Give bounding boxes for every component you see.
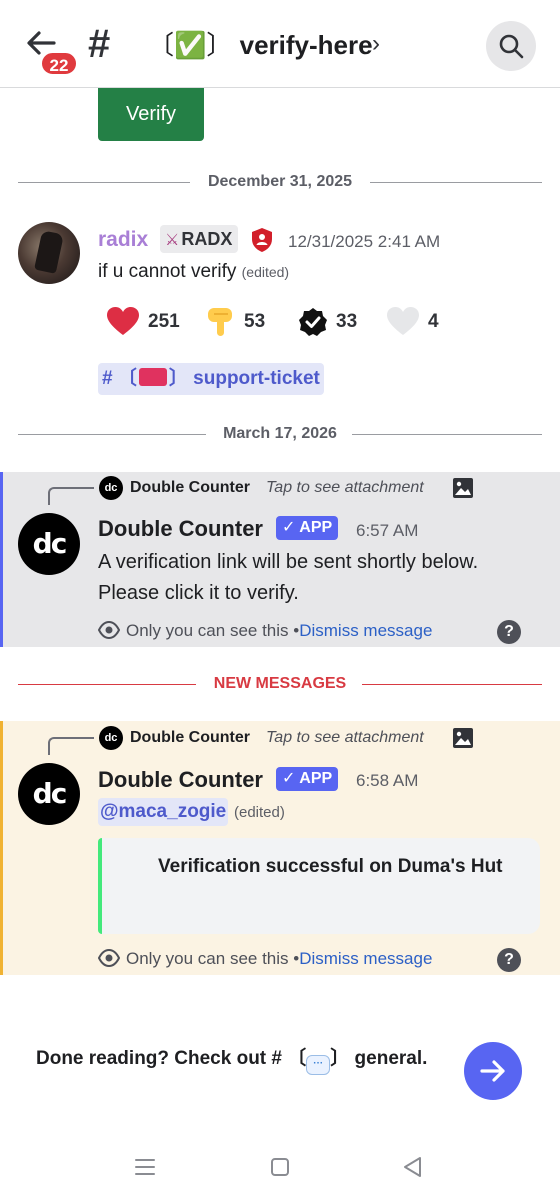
search-icon [499, 34, 524, 59]
message-timestamp: 12/31/2025 2:41 AM [288, 232, 441, 251]
avatar[interactable]: dc [18, 763, 80, 825]
chevron-right-icon[interactable]: › [372, 30, 380, 58]
arrow-right-icon [480, 1060, 505, 1082]
date-divider: March 17, 2026 [18, 424, 542, 444]
avatar[interactable]: dc [18, 513, 80, 575]
reply-avatar: dc [99, 476, 123, 500]
message-author[interactable]: Double Counter [98, 766, 263, 794]
embed-title: Verification successful on Duma's Hut [158, 856, 503, 877]
app-tag: ✓ APP [276, 767, 339, 791]
back-nav-icon[interactable] [400, 1154, 426, 1180]
edited-label: (edited) [234, 804, 285, 821]
point-down-icon [208, 307, 232, 336]
reaction-heart[interactable]: 251 [106, 304, 180, 340]
message-content: if u cannot verify (edited) [98, 259, 289, 285]
embed: Verification successful on Duma's Hut [98, 838, 540, 934]
avatar[interactable] [18, 222, 80, 284]
shield-icon [252, 228, 272, 252]
message-line: Please click it to verify. [98, 582, 299, 604]
ticket-icon [138, 368, 167, 386]
swords-icon: ⚔ [165, 232, 180, 249]
ephemeral-footer: Only you can see this •Dismiss message [98, 620, 432, 642]
dismiss-message-link[interactable]: Dismiss message [299, 949, 432, 968]
image-icon [453, 478, 473, 498]
search-button[interactable] [486, 21, 536, 71]
app-tag: ✓ APP [276, 516, 339, 540]
message-text: if u cannot verify [98, 261, 237, 282]
date-divider-label: December 31, 2025 [195, 173, 365, 190]
bracket-open: 〔 [117, 368, 137, 389]
reaction-verified-check[interactable]: 33 [298, 304, 357, 340]
username[interactable]: radix [98, 227, 148, 253]
unread-badge: 22 [40, 51, 78, 76]
reply-connector [48, 737, 94, 755]
help-icon[interactable]: ? [497, 620, 521, 644]
reply-avatar: dc [99, 726, 123, 750]
message-line: A verification link will be sent shortly… [98, 551, 479, 573]
user-mention[interactable]: @maca_zogie [98, 798, 229, 826]
ephemeral-footer: Only you can see this •Dismiss message [98, 948, 432, 970]
heart-icon [107, 306, 139, 335]
home-icon[interactable] [267, 1154, 293, 1180]
reaction-count: 33 [336, 311, 358, 332]
reply-preview[interactable]: Tap to see attachment [266, 727, 424, 749]
done-reading-suffix: 〕 general. [330, 1048, 428, 1069]
reaction-count: 251 [148, 311, 180, 332]
new-messages-label: NEW MESSAGES [213, 675, 347, 692]
only-you-label: Only you can see this [126, 949, 289, 968]
reaction-white-heart[interactable]: 4 [386, 304, 439, 340]
edited-label: (edited) [241, 264, 290, 280]
channel-title[interactable]: 〔✅〕 verify-here [148, 28, 373, 63]
white-heart-icon [387, 306, 419, 335]
message-author[interactable]: Double Counter [98, 515, 263, 543]
reply-author[interactable]: Double Counter [130, 727, 250, 749]
guild-tag-label: RADX [181, 229, 233, 249]
verify-button[interactable]: Verify [98, 88, 204, 141]
reply-connector [48, 487, 94, 505]
done-reading-prefix: Done reading? Check out # 〔 [36, 1048, 307, 1069]
done-reading-prompt[interactable]: Done reading? Check out # 〔 ··· 〕 general. [36, 1044, 436, 1075]
reaction-count: 53 [244, 311, 266, 332]
go-to-channel-button[interactable] [464, 1042, 522, 1100]
recent-apps-icon[interactable] [132, 1154, 158, 1180]
reply-author[interactable]: Double Counter [130, 477, 250, 499]
dismiss-message-link[interactable]: Dismiss message [299, 621, 432, 640]
channel-name: verify-here [239, 30, 373, 60]
channel-prefix: 〔✅〕 [148, 31, 233, 61]
image-icon [453, 728, 473, 748]
message-timestamp: 6:57 AM [356, 521, 419, 540]
only-you-label: Only you can see this [126, 621, 289, 640]
new-messages-divider: NEW MESSAGES [18, 674, 542, 694]
eye-icon [98, 620, 120, 640]
system-nav-bar [0, 1140, 560, 1200]
verified-check-icon [299, 307, 327, 336]
hash-icon: # [88, 22, 111, 66]
channel-mention-support-ticket[interactable]: # 〔 〕 support-ticket [98, 363, 324, 395]
eye-icon [98, 948, 120, 968]
hash-icon: # [102, 368, 113, 389]
reaction-point-down[interactable]: 53 [206, 304, 265, 340]
bracket-close: 〕 [168, 368, 188, 389]
date-divider-label: March 17, 2026 [211, 425, 349, 442]
reaction-count: 4 [428, 311, 439, 332]
channel-mention-label: support-ticket [193, 368, 320, 389]
help-icon[interactable]: ? [497, 948, 521, 972]
date-divider: December 31, 2025 [18, 172, 542, 192]
reply-preview[interactable]: Tap to see attachment [266, 477, 424, 499]
channel-header: 22 # 〔✅〕 verify-here › [0, 0, 560, 88]
guild-tag[interactable]: ⚔ RADX [160, 225, 239, 253]
message-timestamp: 6:58 AM [356, 771, 419, 790]
speech-bubble-icon: ··· [306, 1055, 331, 1075]
